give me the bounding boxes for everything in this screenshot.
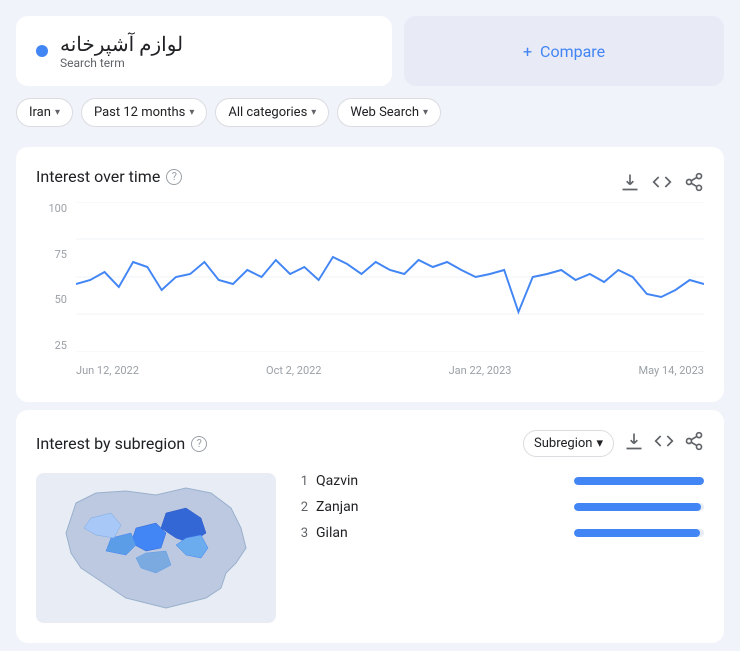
filter-region[interactable]: Iran ▾ [16,98,73,127]
filter-time[interactable]: Past 12 months ▾ [81,98,207,127]
card-header: Interest over time ? [36,167,704,202]
subregion-dropdown[interactable]: Subregion ▾ [523,430,614,457]
yaxis-25: 25 [55,339,67,352]
filter-bar: Iran ▾ Past 12 months ▾ All categories ▾… [0,86,740,139]
region-bar [574,477,704,485]
xaxis-date1: Jun 12, 2022 [76,364,139,377]
filter-region-label: Iran [29,105,51,120]
region-rank: 1 [292,474,308,489]
subregion-content: 1 Qazvin 2 Zanjan 3 Gilan [36,473,704,623]
share-icon[interactable] [684,172,704,197]
chevron-down-icon: ▾ [596,436,603,451]
search-term-card: لوازم آشپرخانه Search term [16,16,392,86]
chart-container: 100 75 50 25 Jun 12, 2022 Oct 2, 2022 Ja… [36,202,704,382]
region-item: 3 Gilan [292,525,704,541]
yaxis-75: 75 [55,248,67,261]
filter-time-label: Past 12 months [94,105,185,120]
region-name: Gilan [316,525,566,541]
xaxis-date2: Oct 2, 2022 [266,364,321,377]
region-rank: 3 [292,526,308,541]
chart-xaxis: Jun 12, 2022 Oct 2, 2022 Jan 22, 2023 Ma… [76,358,704,382]
yaxis-100: 100 [48,202,67,215]
yaxis-50: 50 [55,293,67,306]
share-icon-subregion[interactable] [684,431,704,456]
download-icon[interactable] [620,172,640,197]
chevron-down-icon: ▾ [311,107,316,118]
chart-area [76,202,704,352]
interest-over-time-card: Interest over time ? 100 75 50 25 [16,147,724,402]
interest-by-subregion-card: Interest by subregion ? Subregion ▾ [16,410,724,643]
xaxis-date4: May 14, 2023 [639,364,704,377]
region-rank: 2 [292,500,308,515]
chart-yaxis: 100 75 50 25 [36,202,71,352]
region-name: Zanjan [316,499,566,515]
interest-over-time-title: Interest over time [36,167,160,186]
subregion-title-text: Interest by subregion [36,434,185,453]
help-icon-subregion[interactable]: ? [191,436,207,452]
subregion-actions: Subregion ▾ [523,430,704,457]
region-bar [574,503,701,511]
card-title-actions [620,172,704,197]
compare-label: Compare [540,42,605,61]
region-bar-container [574,529,704,537]
embed-icon[interactable] [652,172,672,197]
term-color-dot [36,45,48,57]
chevron-down-icon: ▾ [55,107,60,118]
subregion-title: Interest by subregion ? [36,434,207,453]
region-item: 1 Qazvin [292,473,704,489]
search-term-label: Search term [60,56,183,70]
compare-card-inner: + Compare [523,42,605,61]
download-icon-subregion[interactable] [624,431,644,456]
region-bar-container [574,477,704,485]
chevron-down-icon: ▾ [423,107,428,118]
region-bar [574,529,700,537]
search-term-value: لوازم آشپرخانه [60,32,183,56]
filter-search-type[interactable]: Web Search ▾ [337,98,441,127]
chevron-down-icon: ▾ [189,107,194,118]
region-bar-container [574,503,704,511]
region-item: 2 Zanjan [292,499,704,515]
embed-icon-subregion[interactable] [654,431,674,456]
filter-search-type-label: Web Search [350,105,419,120]
subregion-dropdown-label: Subregion [534,436,592,451]
region-name: Qazvin [316,473,566,489]
filter-category-label: All categories [228,105,307,120]
search-term-text: لوازم آشپرخانه Search term [60,32,183,70]
region-list: 1 Qazvin 2 Zanjan 3 Gilan [292,473,704,623]
subregion-header: Interest by subregion ? Subregion ▾ [36,430,704,457]
iran-map [36,473,276,623]
plus-icon: + [523,42,532,61]
filter-category[interactable]: All categories ▾ [215,98,329,127]
card-title: Interest over time ? [36,167,182,186]
help-icon[interactable]: ? [166,169,182,185]
compare-card[interactable]: + Compare [404,16,724,86]
top-section: لوازم آشپرخانه Search term + Compare [0,0,740,86]
xaxis-date3: Jan 22, 2023 [449,364,512,377]
